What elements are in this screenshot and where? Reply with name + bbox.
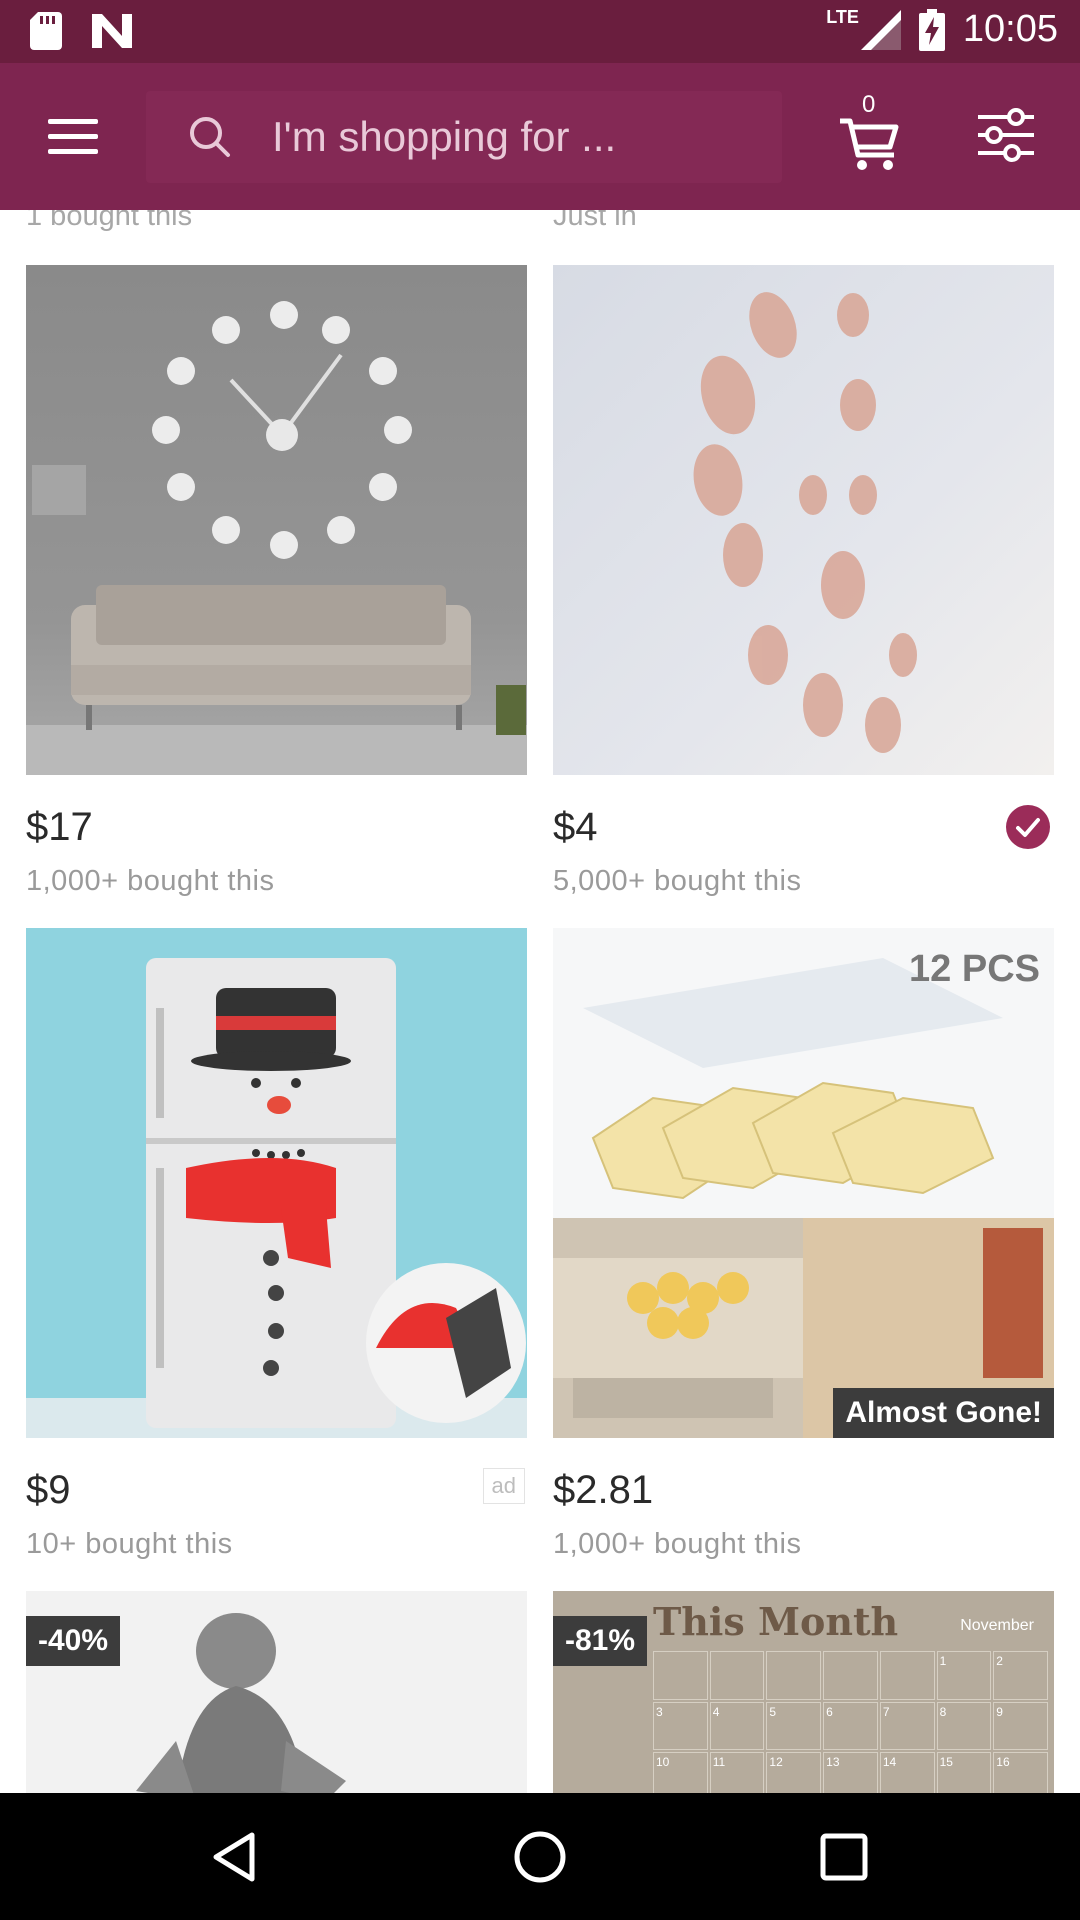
search-icon (190, 117, 230, 157)
verified-badge (1006, 805, 1050, 849)
calendar-day: 7 (879, 1701, 935, 1751)
calendar-day: 12 (766, 1752, 822, 1793)
sd-card-icon (30, 12, 62, 50)
ad-label: ad (482, 1468, 525, 1504)
product-feed[interactable]: 1 bought this Just in $17 1,000+ bought … (0, 210, 1080, 1793)
clock: 10:05 (962, 8, 1058, 50)
calendar-day (823, 1651, 878, 1700)
battery-charging-icon (918, 8, 945, 51)
system-nav-bar (0, 1793, 1080, 1920)
search-placeholder: I'm shopping for ... (272, 113, 617, 160)
product-image-skull-clock (26, 265, 527, 775)
calendar-day (653, 1651, 708, 1700)
product-sold-count: 10+ bought this (26, 1528, 233, 1560)
almost-gone-badge: Almost Gone! (833, 1388, 1054, 1438)
calendar-day (879, 1651, 935, 1700)
calendar-day: 5 (766, 1701, 822, 1751)
status-bar: LTE 10:05 (0, 0, 1080, 63)
calendar-day: 11 (709, 1752, 765, 1793)
filter-button[interactable] (976, 103, 1036, 169)
search-input[interactable]: I'm shopping for ... (146, 91, 782, 183)
network-type: LTE (826, 7, 859, 27)
signal-icon (860, 9, 901, 50)
calendar-day: 10 (653, 1752, 708, 1793)
calendar-grid: 1 2 3 4 5 6 7 8 9 10 11 12 13 14 15 16 (653, 1651, 1048, 1793)
calendar-day: 8 (936, 1701, 992, 1751)
calendar-day: 4 (709, 1701, 765, 1751)
calendar-day (709, 1651, 765, 1700)
product-image-butterfly-stickers (553, 265, 1054, 775)
calendar-day: 1 (936, 1651, 992, 1700)
calendar-day: 9 (993, 1701, 1048, 1751)
calendar-day: 6 (823, 1701, 878, 1751)
calendar-day: 14 (879, 1752, 935, 1793)
product-image-motorcycle-decal: -40% (26, 1591, 527, 1793)
product-price: $17 (26, 805, 93, 849)
product-sold-count: 1,000+ bought this (26, 865, 275, 897)
back-icon[interactable] (206, 1827, 266, 1887)
product-price: $2.81 (553, 1468, 654, 1512)
calendar-title: This Month (653, 1599, 899, 1644)
prev-row-caption-right: Just in (553, 210, 637, 232)
cart-button[interactable]: 0 (836, 91, 906, 177)
product-sold-count: 1,000+ bought this (553, 1528, 802, 1560)
product-sold-count: 5,000+ bought this (553, 865, 802, 897)
discount-badge: -81% (553, 1616, 648, 1666)
calendar-day: 16 (993, 1752, 1048, 1793)
product-image-hexagon-mirrors: 12 PCS Almost Gone! (553, 928, 1054, 1438)
product-image-snowman-magnet (26, 928, 527, 1438)
calendar-month: November (960, 1617, 1034, 1634)
calendar-day: 2 (993, 1651, 1048, 1700)
home-icon[interactable] (510, 1827, 570, 1887)
calendar-day (766, 1651, 822, 1700)
product-price: $9 (26, 1468, 71, 1512)
calendar-day: 3 (653, 1701, 708, 1751)
product-image-calendar-decal: This Month November 1 2 3 4 5 6 7 8 9 10… (553, 1591, 1054, 1793)
discount-badge: -40% (26, 1616, 121, 1666)
calendar-day: 13 (823, 1752, 878, 1793)
menu-button[interactable] (36, 103, 108, 169)
prev-row-caption-left: 1 bought this (26, 210, 193, 232)
product-price: $4 (553, 805, 598, 849)
check-icon (1016, 818, 1040, 837)
app-bar: I'm shopping for ... 0 (0, 63, 1080, 210)
image-text-12pcs: 12 PCS (909, 948, 1040, 990)
cart-icon (840, 118, 899, 170)
filter-icon (978, 108, 1034, 162)
calendar-day: 15 (936, 1752, 992, 1793)
recents-icon[interactable] (814, 1827, 874, 1887)
n-app-icon (92, 14, 132, 48)
